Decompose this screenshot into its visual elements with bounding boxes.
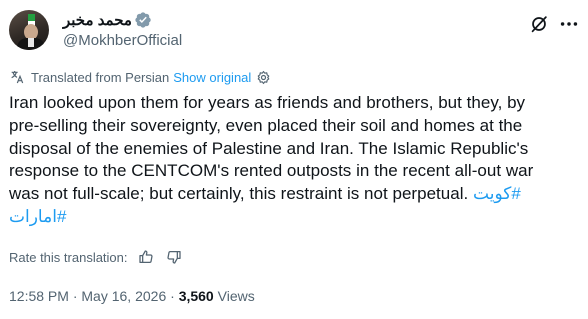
tweet-time[interactable]: 12:58 PM xyxy=(9,288,69,304)
hashtag-link[interactable]: #امارات xyxy=(9,207,66,226)
grok-icon[interactable] xyxy=(528,13,550,35)
views-count: 3,560 xyxy=(178,288,214,304)
tweet-metadata: 12:58 PM · May 16, 2026 · 3,560 Views xyxy=(9,288,255,304)
translate-icon xyxy=(11,71,24,84)
thumbs-down-icon[interactable] xyxy=(166,249,182,265)
show-original-link[interactable]: Show original xyxy=(173,70,251,85)
tweet-line: pre-selling their sovereignty, even plac… xyxy=(9,115,523,135)
tweet-line: Iran looked upon them for years as frien… xyxy=(9,93,526,112)
gear-icon[interactable] xyxy=(256,70,271,85)
tweet-line: disposal of the enemies of Palestine and… xyxy=(9,138,529,158)
separator: · xyxy=(72,288,78,304)
tweet-line: response to the CENTCOM's rented outpost… xyxy=(9,161,534,181)
hashtag-link[interactable]: #کویت xyxy=(473,184,521,203)
views-label: Views xyxy=(217,288,255,304)
tweet-date[interactable]: May 16, 2026 xyxy=(81,288,166,304)
thumbs-up-icon[interactable] xyxy=(138,249,154,265)
tweet-text: Iran looked upon them for years as frien… xyxy=(9,92,569,229)
author-handle[interactable]: @MokhberOfficial xyxy=(63,32,182,49)
author-display-name[interactable]: محمد مخبر xyxy=(63,11,132,29)
verified-badge-icon xyxy=(135,12,151,28)
tweet-header: محمد مخبر @MokhberOfficial xyxy=(9,10,579,56)
tweet-line-with-hashtag: was not full-scale; but certainly, this … xyxy=(9,183,569,206)
separator: · xyxy=(170,288,175,304)
rate-translation-label: Rate this translation: xyxy=(9,249,128,265)
more-options-icon[interactable] xyxy=(558,13,580,35)
translation-notice: Translated from Persian Show original xyxy=(9,69,271,85)
tweet-line-text: was not full-scale; but certainly, this … xyxy=(9,184,474,204)
avatar[interactable] xyxy=(9,10,49,50)
rate-translation: Rate this translation: xyxy=(9,249,182,265)
translated-from-label: Translated from Persian xyxy=(31,69,170,85)
